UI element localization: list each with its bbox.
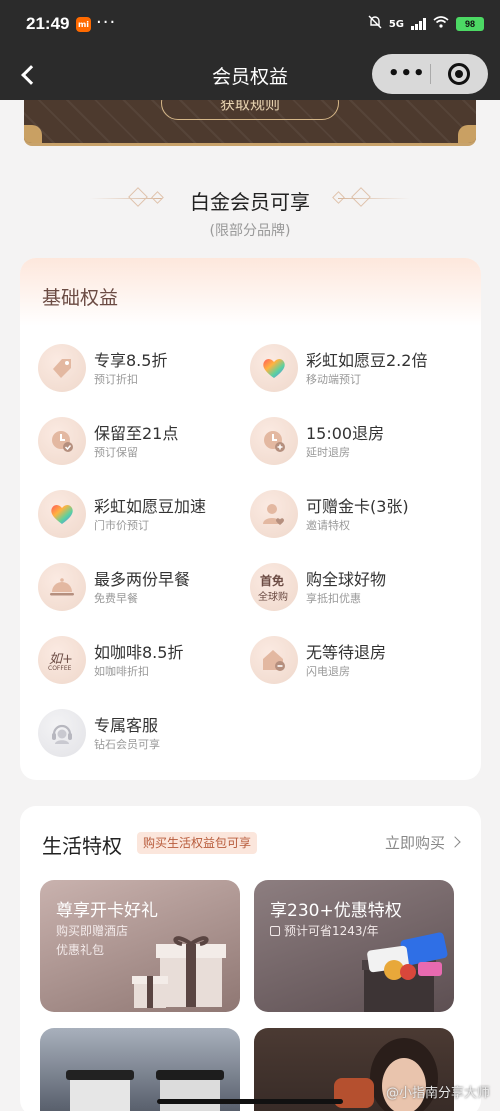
calendar-icon xyxy=(270,926,280,936)
benefit-global-shop[interactable]: 首免 全球购 购全球好物 享抵扣优惠 xyxy=(250,563,460,613)
clock-plus-icon xyxy=(250,417,298,465)
tag-icon xyxy=(38,344,86,392)
benefit-customer-service[interactable]: 专属客服 钻石会员可享 xyxy=(38,709,248,759)
mi-app-icon: mi xyxy=(76,17,91,32)
section-title: 生活特权 xyxy=(42,834,122,858)
home-indicator[interactable] xyxy=(157,1099,343,1104)
nav-bar: 会员权益 ••• xyxy=(0,50,500,100)
benefit-rainbow-beans[interactable]: 彩虹如愿豆2.2倍 移动端预订 xyxy=(250,344,460,394)
battery-icon: 98 xyxy=(456,17,484,31)
benefit-title: 保留至21点 xyxy=(94,424,179,443)
benefit-late-checkout[interactable]: 15:00退房 延时退房 xyxy=(250,417,460,467)
miniapp-capsule: ••• xyxy=(372,54,488,94)
benefit-subtitle: 延时退房 xyxy=(306,446,350,459)
global-shop-icon: 首免 全球购 xyxy=(250,563,298,611)
benefit-subtitle: 钻石会员可享 xyxy=(94,738,160,751)
benefit-express-checkout[interactable]: 无等待退房 闪电退房 xyxy=(250,636,460,686)
benefit-breakfast[interactable]: 最多两份早餐 免费早餐 xyxy=(38,563,248,613)
watermark-text: @小指南分享大师 xyxy=(385,1086,490,1101)
benefit-title: 彩虹如愿豆2.2倍 xyxy=(306,351,428,370)
benefit-title: 可赠金卡(3张) xyxy=(306,497,409,516)
more-button[interactable]: ••• xyxy=(388,63,426,84)
tier-title: 白金会员可享 xyxy=(190,190,310,214)
coffee-icon-sub: COFFEE xyxy=(48,665,72,672)
benefit-subtitle: 免费早餐 xyxy=(94,592,138,605)
purchase-badge: 购买生活权益包可享 xyxy=(137,832,258,854)
shop-icon-text: 全球购 xyxy=(258,592,288,603)
discount-privilege-tile[interactable]: 享230+优惠特权 预计可省1243/年 xyxy=(254,880,454,1012)
benefit-coffee[interactable]: 如+ COFFEE 如咖啡8.5折 如咖啡折扣 xyxy=(38,636,248,686)
status-time: 21:49 xyxy=(26,14,70,33)
coupon-bag-icon xyxy=(362,932,448,1012)
rules-button[interactable]: 获取规则 xyxy=(161,100,339,120)
basic-benefits-card: 基础权益 专享8.5折 预订折扣 彩虹如愿豆2.2倍 移动端预订 保留至21点 … xyxy=(20,258,481,780)
food-cloche-icon xyxy=(38,563,86,611)
benefit-title: 15:00退房 xyxy=(306,424,385,443)
capsule-divider xyxy=(430,64,431,84)
benefit-subtitle: 预订保留 xyxy=(94,446,138,459)
benefit-title: 无等待退房 xyxy=(306,643,387,662)
benefit-title: 购全球好物 xyxy=(306,570,387,589)
signal-icon xyxy=(411,18,426,30)
benefit-title: 彩虹如愿豆加速 xyxy=(94,497,207,516)
benefit-title: 专属客服 xyxy=(94,716,159,735)
network-label: 5G xyxy=(388,18,404,30)
benefit-gift-card[interactable]: 可赠金卡(3张) 邀请特权 xyxy=(250,490,460,540)
benefit-subtitle: 移动端预订 xyxy=(306,373,361,386)
benefit-title: 专享8.5折 xyxy=(94,351,168,370)
headset-icon xyxy=(38,709,86,757)
welcome-gift-tile[interactable]: 尊享开卡好礼 购买即赠酒店 优惠礼包 xyxy=(40,880,240,1012)
benefit-hold-room[interactable]: 保留至21点 预订保留 xyxy=(38,417,248,467)
tile-subtitle: 购买即赠酒店 优惠礼包 xyxy=(56,922,128,960)
benefit-subtitle: 如咖啡折扣 xyxy=(94,665,149,678)
tile-title: 尊享开卡好礼 xyxy=(56,901,158,921)
benefit-subtitle: 享抵扣优惠 xyxy=(306,592,361,605)
benefit-subtitle: 闪电退房 xyxy=(306,665,350,678)
mute-icon xyxy=(368,15,382,33)
benefit-discount[interactable]: 专享8.5折 预订折扣 xyxy=(38,344,248,394)
life-privileges-card: 生活特权 购买生活权益包可享 立即购买 尊享开卡好礼 购买即赠酒店 优惠礼包 享… xyxy=(20,806,481,1111)
membership-banner: 获取规则 xyxy=(24,100,476,146)
benefit-title: 最多两份早餐 xyxy=(94,570,191,589)
clock-check-icon xyxy=(38,417,86,465)
rainbow-heart-icon xyxy=(38,490,86,538)
shop-icon-text: 首免 xyxy=(260,574,285,588)
card-title: 基础权益 xyxy=(42,287,119,309)
tier-subtitle: (限部分品牌) xyxy=(209,223,291,239)
benefit-title: 如咖啡8.5折 xyxy=(94,643,184,662)
person-heart-icon xyxy=(250,490,298,538)
status-icons: 5G 98 xyxy=(368,15,484,33)
benefit-beans-boost[interactable]: 彩虹如愿豆加速 门市价预订 xyxy=(38,490,248,540)
benefit-subtitle: 邀请特权 xyxy=(306,519,350,532)
tile-title: 享230+优惠特权 xyxy=(270,901,402,921)
wifi-icon xyxy=(433,16,449,32)
rainbow-heart-icon xyxy=(250,344,298,392)
benefit-subtitle: 预订折扣 xyxy=(94,373,138,386)
coffee-logo-icon: 如+ COFFEE xyxy=(38,636,86,684)
gift-box-icon xyxy=(132,936,226,1008)
buy-now-link[interactable]: 立即购买 xyxy=(385,832,459,853)
tile-subtitle-line: 优惠礼包 xyxy=(56,943,105,957)
notification-dots: ··· xyxy=(96,12,117,33)
benefit-subtitle: 门市价预订 xyxy=(94,519,149,532)
tile-subtitle-line: 购买即赠酒店 xyxy=(56,924,129,938)
house-check-icon xyxy=(250,636,298,684)
status-bar: 21:49 mi ··· 5G 98 xyxy=(0,0,500,50)
close-miniapp-button[interactable] xyxy=(448,63,470,85)
